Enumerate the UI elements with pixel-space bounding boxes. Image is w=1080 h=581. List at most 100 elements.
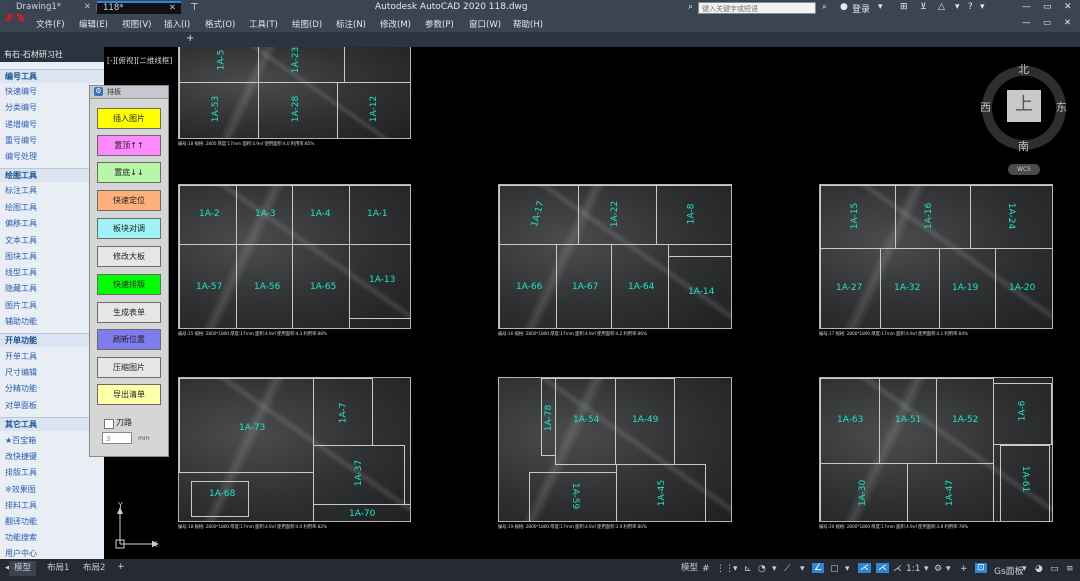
close-icon[interactable]: ✕	[1064, 2, 1072, 12]
menu-dimension[interactable]: 标注(N)	[336, 18, 366, 30]
menu-file[interactable]: 文件(F)	[36, 18, 65, 30]
auto-scale-icon[interactable]: ⋌	[876, 563, 889, 573]
polar-dropdown-icon[interactable]: ▾	[772, 564, 777, 574]
toolpath-width-input[interactable]: 3	[102, 432, 132, 444]
ortho-icon[interactable]: ⊾	[744, 564, 752, 574]
user-icon[interactable]: ●	[840, 2, 848, 12]
tab-model[interactable]: 模型	[9, 561, 37, 576]
connect-icon[interactable]: △	[938, 2, 945, 12]
login-dropdown-icon[interactable]: ▾	[878, 2, 883, 12]
quick-locate-button[interactable]: 快速定位	[97, 190, 161, 211]
bring-to-top-button[interactable]: 置顶↑↑	[97, 135, 161, 156]
scale-dropdown-icon[interactable]: ▾	[924, 564, 929, 574]
send-to-bottom-button[interactable]: 置底↓↓	[97, 162, 161, 183]
search-icon[interactable]: ⌕	[688, 2, 693, 12]
binoculars-icon[interactable]: ⌕	[822, 2, 827, 12]
restore-icon[interactable]: ▭	[1043, 2, 1052, 12]
refresh-position-button[interactable]: 刷新位置	[97, 329, 161, 350]
workspace-dropdown-icon[interactable]: ▾	[946, 564, 951, 574]
tool-item[interactable]: 功能搜索	[0, 530, 104, 546]
compass-south[interactable]: 南	[1018, 138, 1029, 154]
tab-118[interactable]: 118* ✕	[97, 1, 181, 14]
viewcube-top-face[interactable]: 上	[1007, 90, 1041, 122]
polar-icon[interactable]: ◔	[758, 564, 766, 574]
tab-drawing1[interactable]: Drawing1* ✕	[10, 1, 96, 14]
tool-item[interactable]: ※效果图	[0, 482, 104, 498]
search-input[interactable]: 键入关键字或短语	[698, 2, 816, 14]
isodraft-icon[interactable]: ⟋	[784, 564, 790, 574]
slab-panel[interactable]: 1A-2 1A-3 1A-4 1A-1 1A-57 1A-56 1A-65 1A…	[178, 184, 411, 329]
quick-layout-button[interactable]: 快速排版	[97, 274, 161, 295]
hardware-acceleration-icon[interactable]: ◕	[1035, 564, 1043, 574]
doc-restore-icon[interactable]: ▭	[1043, 18, 1051, 28]
help-icon[interactable]: ?	[968, 2, 973, 12]
scale-value[interactable]: 1:1	[906, 564, 920, 574]
tool-item[interactable]: 排版工具	[0, 465, 104, 481]
annotation-scale-icon[interactable]: ⋌	[893, 564, 902, 574]
menu-window[interactable]: 窗口(W)	[469, 18, 501, 30]
slab-panel[interactable]: 1A-5 1A-53 1A-23 1A-28 1A-12	[178, 47, 411, 139]
menu-edit[interactable]: 编辑(E)	[79, 18, 108, 30]
tool-item[interactable]: 排料工具	[0, 498, 104, 514]
viewport-controls[interactable]: [-][俯视][二维线框]	[107, 55, 172, 66]
snap-dropdown-icon[interactable]: ▾	[733, 564, 738, 574]
menu-help[interactable]: 帮助(H)	[513, 18, 543, 30]
toolpath-checkbox[interactable]	[104, 419, 114, 429]
isodraft-dropdown-icon[interactable]: ▾	[800, 564, 805, 574]
doc-minimize-icon[interactable]: —	[1022, 18, 1031, 28]
add-layout-icon[interactable]: +	[117, 562, 125, 572]
customization-icon[interactable]: ≡	[1066, 564, 1074, 574]
doc-close-icon[interactable]: ✕	[1064, 18, 1071, 28]
new-tab-icon[interactable]: +	[186, 33, 194, 44]
help-dropdown-icon[interactable]: ▾	[980, 2, 985, 12]
generate-form-button[interactable]: 生成表单	[97, 302, 161, 323]
cut-piece[interactable]	[191, 481, 249, 517]
units-icon[interactable]: ⊡	[975, 563, 987, 573]
tab-close-icon[interactable]: ✕	[84, 1, 91, 14]
slab-panel[interactable]: 1A-63 1A-51 1A-52 1A-6 1A-30 1A-47 1A-61	[819, 377, 1053, 522]
menu-insert[interactable]: 插入(I)	[164, 18, 190, 30]
grid-icon[interactable]: #	[702, 564, 710, 574]
cut-piece[interactable]	[344, 47, 410, 83]
export-list-button[interactable]: 导出清单	[97, 384, 161, 405]
customize-icon[interactable]: ⊤	[190, 2, 199, 13]
tab-layout2[interactable]: 布局2	[78, 561, 110, 576]
section-numbering[interactable]: 编号工具	[0, 69, 104, 83]
login-link[interactable]: 登录	[852, 2, 870, 15]
tab-close-icon[interactable]: ✕	[169, 3, 176, 14]
compass-east[interactable]: 东	[1056, 99, 1067, 115]
menu-draw[interactable]: 绘图(D)	[292, 18, 322, 30]
snap-icon[interactable]: ⋮⋮	[716, 564, 734, 574]
clean-screen-icon[interactable]: ▭	[1050, 564, 1059, 574]
insert-image-button[interactable]: 插入图片	[97, 108, 161, 129]
menu-modify[interactable]: 修改(M)	[380, 18, 411, 30]
workspace-menu-dropdown-icon[interactable]: ▾	[1022, 564, 1027, 574]
cut-piece[interactable]	[258, 47, 345, 83]
workspace-gear-icon[interactable]: ⚙	[934, 564, 942, 574]
slab-panel[interactable]: 1A-73 1A-7 1A-68 1A-37 1A-70	[178, 377, 411, 522]
compass-west[interactable]: 西	[980, 99, 991, 115]
annotation-visibility-icon[interactable]: ⋌	[858, 563, 871, 573]
exchange-icon[interactable]: ⊞	[900, 2, 908, 12]
menu-parametric[interactable]: 参数(P)	[425, 18, 454, 30]
model-space-toggle[interactable]: 模型	[676, 561, 703, 576]
osnap-icon[interactable]: ▢	[830, 564, 839, 574]
tool-item[interactable]: 翻译功能	[0, 514, 104, 530]
object-snap-icon[interactable]: ∠	[812, 563, 825, 573]
compass-north[interactable]: 北	[1018, 61, 1029, 77]
swap-pieces-button[interactable]: 板块对调	[97, 218, 161, 239]
menu-tools[interactable]: 工具(T)	[249, 18, 278, 30]
cart-icon[interactable]: ⊻	[920, 2, 927, 12]
slab-panel[interactable]: 1A-15 1A-16 1A-24 1A-27 1A-32 1A-19 1A-2…	[819, 184, 1053, 329]
compress-image-button[interactable]: 压缩图片	[97, 357, 161, 378]
osnap-dropdown-icon[interactable]: ▾	[845, 564, 850, 574]
menu-view[interactable]: 视图(V)	[122, 18, 151, 30]
wcs-menu[interactable]: WCS	[1008, 164, 1040, 175]
modify-slab-button[interactable]: 修改大板	[97, 246, 161, 267]
menu-format[interactable]: 格式(O)	[205, 18, 235, 30]
slab-panel[interactable]: 1A-78 1A-54 1A-49 1A-59 1A-45	[498, 377, 732, 522]
slab-panel[interactable]: 1A-17 1A-22 1A-8 1A-66 1A-67 1A-64 1A-14	[498, 184, 732, 329]
minimize-icon[interactable]: —	[1022, 2, 1031, 12]
tool-item[interactable]: 用户中心	[0, 546, 104, 559]
app-menu-icon[interactable]: ▾	[955, 2, 960, 12]
